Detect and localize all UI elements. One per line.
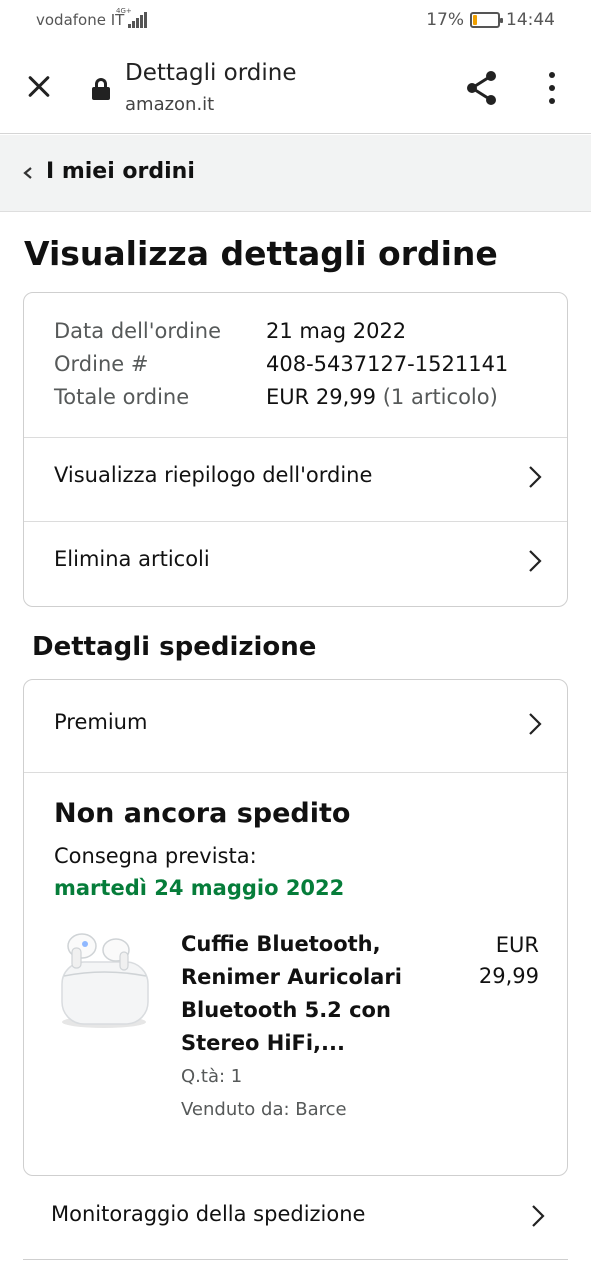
order-date-row: Data dell'ordine 21 mag 2022 [54,315,508,348]
shipping-section-title: Dettagli spedizione [32,632,317,662]
divider [24,772,567,773]
info-value: EUR 29,99 (1 articolo) [266,381,498,414]
product-image[interactable] [54,924,154,1034]
shipment-card: Premium Non ancora spedito Consegna prev… [23,679,568,1176]
battery-percent: 17% [426,10,464,30]
chevron-left-icon [23,167,32,179]
clock: 14:44 [506,10,555,30]
total-amount: EUR 29,99 [266,385,377,409]
shipment-status: Non ancora spedito [54,798,351,829]
product-seller: Venduto da: Barce [181,1099,347,1120]
order-info-card: Data dell'ordine 21 mag 2022 Ordine # 40… [23,292,568,607]
info-label: Totale ordine [54,385,190,409]
status-bar: vodafone IT 4G+ 17% 14:44 [0,0,591,40]
battery-icon [470,12,503,28]
product-quantity: Q.tà: 1 [181,1066,243,1087]
info-value: 408-5437127-1521141 [266,352,509,376]
breadcrumb[interactable]: I miei ordini [0,135,591,212]
share-icon[interactable] [462,68,502,108]
product-title[interactable]: Cuffie Bluetooth, Renimer Auricolari Blu… [181,928,421,1060]
delivery-estimate-label: Consegna prevista: [54,844,257,868]
carrier-name: vodafone IT [36,11,125,29]
info-value: 21 mag 2022 [266,319,407,343]
chevron-right-icon [529,466,542,488]
tracking-label: Monitoraggio della spedizione [51,1202,366,1226]
lock-icon [92,78,110,100]
product-price: EUR 29,99 [459,930,539,992]
order-info-list: Data dell'ordine 21 mag 2022 Ordine # 40… [54,315,508,414]
link-label: Elimina articoli [54,547,210,571]
signal-icon [128,12,148,28]
browser-toolbar: Dettagli ordine amazon.it [0,40,591,134]
price-amount: 29,99 [478,964,539,988]
browser-page-title: Dettagli ordine [125,60,297,86]
order-total-row: Totale ordine EUR 29,99 (1 articolo) [54,381,508,414]
info-label: Data dell'ordine [54,319,222,343]
page-title: Visualizza dettagli ordine [24,234,498,273]
delivery-estimate-date: martedì 24 maggio 2022 [54,876,345,900]
shipping-method-label: Premium [54,710,148,734]
remove-items-link[interactable]: Elimina articoli [24,521,567,605]
shipping-method-link[interactable]: Premium [24,680,567,772]
track-shipment-link[interactable]: Monitoraggio della spedizione [23,1176,568,1260]
order-number-row: Ordine # 408-5437127-1521141 [54,348,508,381]
info-label: Ordine # [54,352,149,376]
more-vert-icon[interactable] [536,68,568,108]
item-count: (1 articolo) [382,385,498,409]
browser-url[interactable]: amazon.it [125,94,214,115]
close-icon[interactable] [22,70,56,104]
view-order-summary-link[interactable]: Visualizza riepilogo dell'ordine [24,437,567,521]
chevron-right-icon [529,550,542,572]
link-label: Visualizza riepilogo dell'ordine [54,463,373,487]
breadcrumb-label[interactable]: I miei ordini [46,159,195,184]
chevron-right-icon [529,713,542,735]
price-currency: EUR [495,933,539,957]
chevron-right-icon [532,1205,545,1227]
